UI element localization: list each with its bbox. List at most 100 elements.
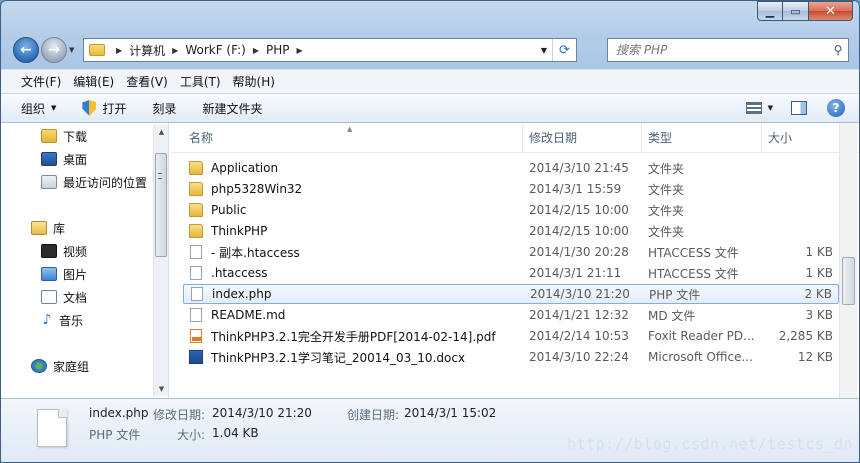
explorer-window: ▁ ▭ ✕ ← → ▼ ▶ 计算机 ▶ WorkF (F:) ▶ PHP ▶ ▼… <box>0 0 860 463</box>
file-type: MD 文件 <box>648 308 696 323</box>
file-row[interactable]: Application 2014/3/10 21:45 文件夹 <box>183 158 839 178</box>
burn-button[interactable]: 刻录 <box>152 100 176 117</box>
details-created-label: 创建日期: <box>347 408 400 422</box>
sidebar-item-pictures[interactable]: 图片 <box>41 264 87 284</box>
sidebar-item-desktop[interactable]: 桌面 <box>41 149 87 169</box>
column-size[interactable]: 大小 <box>762 123 839 153</box>
change-view-icon[interactable] <box>745 102 762 114</box>
burn-label: 刻录 <box>152 101 177 116</box>
file-size: 12 KB <box>797 350 833 364</box>
pdf-icon <box>190 329 202 343</box>
details-created-value: 2014/3/1 15:02 <box>404 406 497 420</box>
sidebar-item-downloads[interactable]: 下载 <box>41 126 87 146</box>
file-size: 2 KB <box>804 287 832 301</box>
column-type[interactable]: 类型 <box>642 123 762 153</box>
open-label: 打开 <box>102 101 127 116</box>
details-pane: index.php PHP 文件 修改日期: 2014/3/10 21:20 创… <box>1 398 859 462</box>
maximize-button[interactable]: ▭ <box>783 1 809 21</box>
file-row[interactable]: - 副本.htaccess 2014/1/30 20:28 HTACCESS 文件 1… <box>183 242 839 262</box>
address-dropdown-icon[interactable]: ▼ <box>536 46 552 55</box>
scrollbar-thumb[interactable] <box>155 153 167 257</box>
file-row[interactable]: README.md 2014/1/21 12:32 MD 文件 3 KB <box>183 305 839 325</box>
organize-button[interactable]: 组织 ▼ <box>21 100 56 117</box>
open-button[interactable]: 打开 <box>82 100 126 117</box>
homegroup-icon <box>31 359 47 373</box>
address-bar[interactable]: ▶ 计算机 ▶ WorkF (F:) ▶ PHP ▶ ▼ ⟳ <box>83 38 577 62</box>
chevron-right-icon[interactable]: ▶ <box>296 46 302 55</box>
sidebar-item-label: 桌面 <box>63 152 88 167</box>
file-row[interactable]: index.php 2014/3/10 21:20 PHP 文件 2 KB <box>183 284 839 304</box>
navigation-row: ← → ▼ ▶ 计算机 ▶ WorkF (F:) ▶ PHP ▶ ▼ ⟳ ⚲ <box>11 35 851 65</box>
sidebar-item-label: 视频 <box>63 244 88 259</box>
file-type: Microsoft Office... <box>648 350 753 364</box>
search-input[interactable] <box>608 43 828 57</box>
search-icon[interactable]: ⚲ <box>828 43 848 57</box>
menu-view[interactable]: 查看(V) <box>120 73 174 90</box>
menu-edit[interactable]: 编辑(E) <box>67 73 120 90</box>
sidebar-item-music[interactable]: ♪ 音乐 <box>41 310 83 330</box>
file-name: README.md <box>211 308 286 322</box>
file-type: 文件夹 <box>648 161 685 176</box>
navigation-pane: 下载 桌面 最近访问的位置 库 视频 图片 文档 ♪ 音乐 家庭组 ▲ ▼ <box>1 123 169 398</box>
file-list-scrollbar[interactable] <box>839 123 857 398</box>
document-icon <box>41 290 57 304</box>
view-options-dropdown-icon[interactable]: ▼ <box>768 104 773 112</box>
navigation-scrollbar[interactable]: ▲ ▼ <box>153 125 168 396</box>
file-row[interactable]: ThinkPHP3.2.1学习笔记_20014_03_10.docx 2014/3… <box>183 347 839 367</box>
file-size: 1 KB <box>805 266 833 280</box>
sidebar-item-homegroup[interactable]: 家庭组 <box>31 356 89 376</box>
breadcrumb-computer[interactable]: 计算机 <box>129 42 165 59</box>
close-button[interactable]: ✕ <box>809 1 853 21</box>
sidebar-item-videos[interactable]: 视频 <box>41 241 87 261</box>
file-date: 2014/2/15 10:00 <box>529 203 629 217</box>
back-button[interactable]: ← <box>13 37 39 63</box>
file-row[interactable]: .htaccess 2014/3/1 21:11 HTACCESS 文件 1 KB <box>183 263 839 283</box>
minimize-button[interactable]: ▁ <box>757 1 783 21</box>
refresh-icon[interactable]: ⟳ <box>552 39 576 61</box>
breadcrumb-drive[interactable]: WorkF (F:) <box>185 43 245 57</box>
folder-icon <box>89 44 105 56</box>
preview-pane-icon[interactable] <box>791 101 807 115</box>
sidebar-item-recent-places[interactable]: 最近访问的位置 <box>41 172 147 192</box>
new-folder-button[interactable]: 新建文件夹 <box>202 100 262 117</box>
shield-icon <box>82 100 97 116</box>
file-size: 1 KB <box>805 245 833 259</box>
file-type: HTACCESS 文件 <box>648 266 739 281</box>
sidebar-item-label: 图片 <box>63 267 88 282</box>
column-name[interactable]: 名称 <box>183 123 523 153</box>
file-type: 文件夹 <box>648 224 685 239</box>
caption-buttons: ▁ ▭ ✕ <box>757 1 853 21</box>
organize-label: 组织 <box>21 101 46 116</box>
chevron-right-icon[interactable]: ▶ <box>116 46 122 55</box>
music-note-icon: ♪ <box>42 312 52 328</box>
scroll-down-icon[interactable]: ▼ <box>154 382 169 396</box>
forward-button[interactable]: → <box>41 37 67 63</box>
breadcrumb-folder[interactable]: PHP <box>266 43 290 57</box>
file-name: index.php <box>212 287 272 301</box>
file-name-cell: README.md <box>183 308 285 322</box>
file-icon <box>190 308 202 322</box>
recent-pages-dropdown[interactable]: ▼ <box>69 46 74 54</box>
menu-help[interactable]: 帮助(H) <box>227 73 281 90</box>
folder-icon <box>189 203 203 217</box>
file-row[interactable]: Public 2014/2/15 10:00 文件夹 <box>183 200 839 220</box>
chevron-right-icon[interactable]: ▶ <box>172 46 178 55</box>
scroll-up-icon[interactable]: ▲ <box>154 125 169 139</box>
file-row[interactable]: ThinkPHP 2014/2/15 10:00 文件夹 <box>183 221 839 241</box>
scrollbar-thumb[interactable] <box>842 257 855 305</box>
chevron-right-icon[interactable]: ▶ <box>253 46 259 55</box>
column-date[interactable]: 修改日期 <box>523 123 642 153</box>
menu-file[interactable]: 文件(F) <box>15 73 67 90</box>
sort-ascending-icon: ▲ <box>347 125 353 133</box>
sidebar-item-documents[interactable]: 文档 <box>41 287 87 307</box>
file-row[interactable]: ThinkPHP3.2.1完全开发手册PDF[2014-02-14].pdf 20… <box>183 326 839 346</box>
file-icon <box>190 266 202 280</box>
download-folder-icon <box>41 129 57 143</box>
sidebar-item-label: 音乐 <box>59 313 84 328</box>
sidebar-item-library[interactable]: 库 <box>31 218 65 238</box>
help-icon[interactable]: ? <box>827 99 845 117</box>
menu-tools[interactable]: 工具(T) <box>174 73 227 90</box>
file-preview-icon <box>37 409 67 447</box>
file-row[interactable]: php5328Win32 2014/3/1 15:59 文件夹 <box>183 179 839 199</box>
file-name-cell: ThinkPHP <box>183 224 267 238</box>
